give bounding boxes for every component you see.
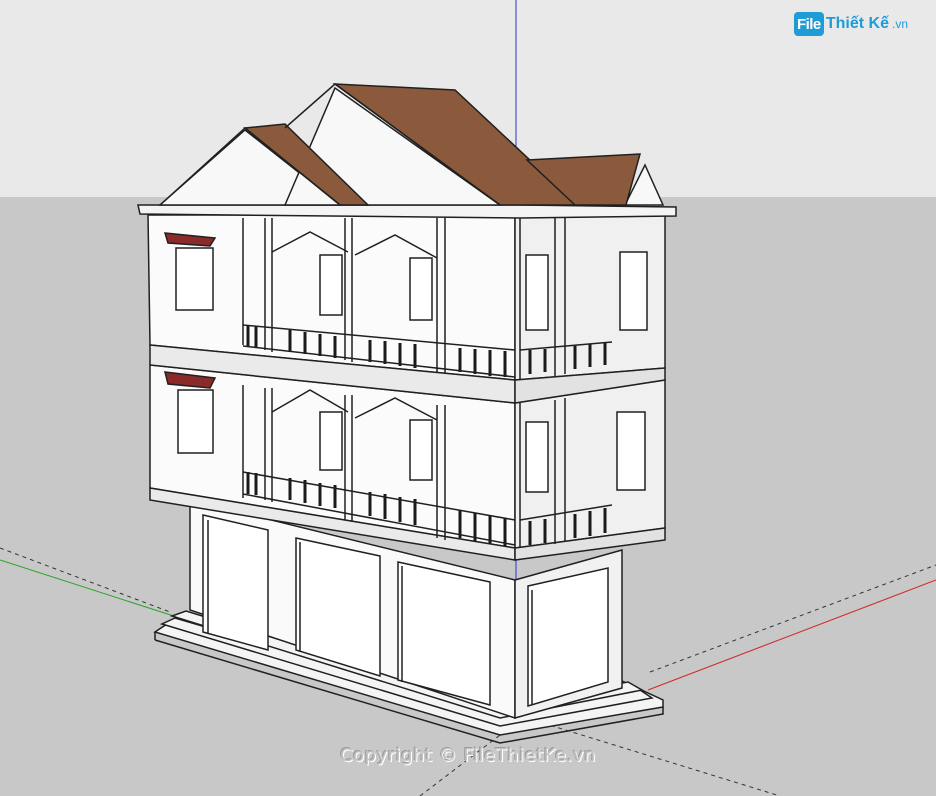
model-scene[interactable] bbox=[0, 0, 936, 796]
logo-suffix: .vn bbox=[891, 17, 908, 31]
file-thiet-ke-logo: File Thiết Kế .vn bbox=[793, 12, 908, 36]
sketchup-viewport[interactable]: File Thiết Kế .vn Copyright © FileThietK… bbox=[0, 0, 936, 796]
logo-badge: File bbox=[793, 12, 824, 36]
copyright-watermark: Copyright © FileThietKe.vn bbox=[340, 745, 596, 766]
logo-name: Thiết Kế bbox=[825, 15, 889, 32]
